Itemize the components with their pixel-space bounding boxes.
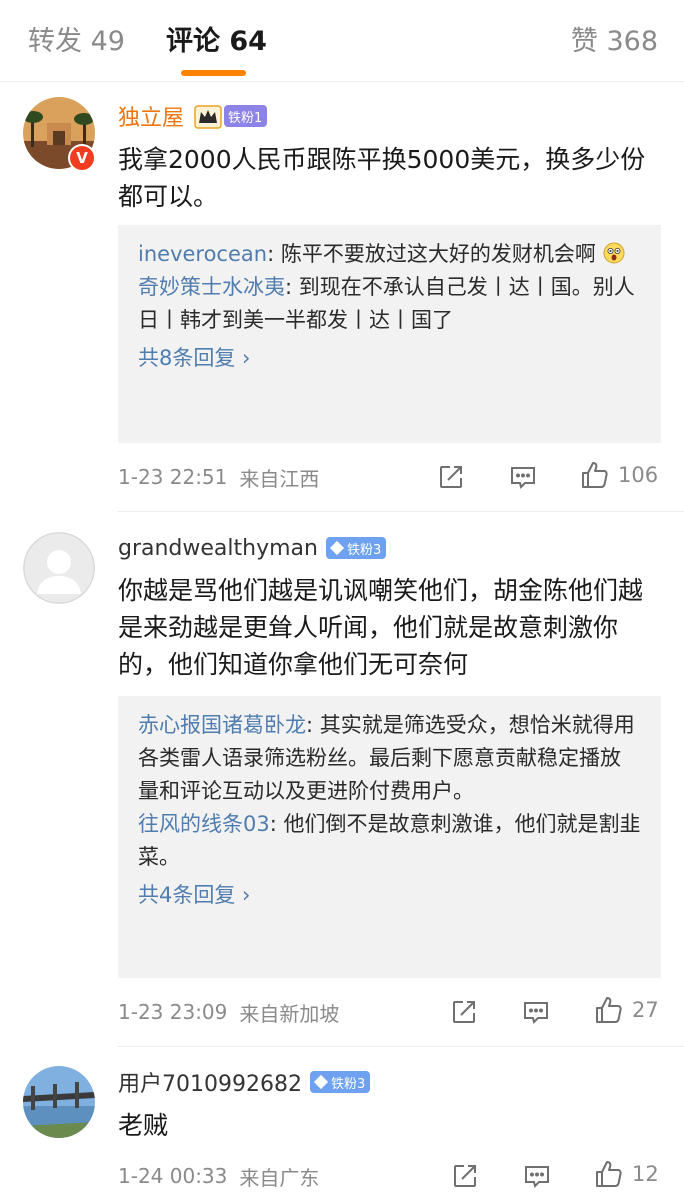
avatar[interactable] bbox=[23, 1066, 95, 1138]
shocked-emoji-icon bbox=[603, 241, 625, 264]
comment-header: grandwealthyman 铁粉3 bbox=[118, 532, 387, 564]
comment-meta: 1-23 22:51 来自江西 bbox=[118, 462, 319, 492]
username[interactable]: grandwealthyman bbox=[118, 536, 318, 561]
comment-text: 我拿2000人民币跟陈平换5000美元，换多少份都可以。 bbox=[118, 145, 646, 211]
thumbs-up-icon bbox=[582, 462, 608, 488]
comment-icon bbox=[525, 1166, 549, 1188]
comment-header: 用户7010992682 铁粉3 bbox=[118, 1066, 371, 1098]
avatar[interactable] bbox=[23, 532, 95, 604]
more-replies-link[interactable]: 共8条回复 › bbox=[138, 342, 641, 375]
reply-username[interactable]: 赤心报国诸葛卧龙 bbox=[138, 713, 306, 737]
comment-icon bbox=[524, 1002, 548, 1024]
reply-button[interactable] bbox=[509, 462, 537, 492]
like-count: 12 bbox=[632, 1162, 659, 1186]
crown-icon bbox=[194, 103, 222, 129]
share-button[interactable] bbox=[437, 462, 465, 492]
reply-box[interactable]: ineverocean: 陈平不要放过这大好的发财机会啊 奇妙策士水冰夷: 到现… bbox=[118, 225, 661, 443]
like-button[interactable]: 27 bbox=[594, 995, 659, 1025]
share-icon bbox=[440, 466, 462, 488]
fan-badge: 铁粉3 bbox=[309, 1071, 371, 1093]
tab-likes[interactable]: 赞 368 bbox=[571, 22, 658, 62]
reply-item: 奇妙策士水冰夷: 到现在不承认自己发丨达丨国。别人日丨韩才到美一半都发丨达丨国了 bbox=[138, 271, 641, 337]
like-count: 106 bbox=[618, 463, 659, 487]
comment-location: 来自新加坡 bbox=[239, 1001, 340, 1026]
share-button[interactable] bbox=[451, 1161, 479, 1191]
reply-username[interactable]: 奇妙策士水冰夷 bbox=[138, 275, 285, 299]
comment-meta: 1-23 23:09 来自新加坡 bbox=[118, 997, 339, 1027]
reply-username[interactable]: 往风的线条03 bbox=[138, 812, 270, 836]
divider bbox=[118, 511, 684, 512]
comment-location: 来自江西 bbox=[239, 466, 320, 491]
share-icon bbox=[454, 1165, 476, 1187]
comment-location: 来自广东 bbox=[239, 1165, 320, 1190]
reply-item: ineverocean: 陈平不要放过这大好的发财机会啊 bbox=[138, 238, 641, 271]
comment-header: 独立屋 铁粉1 bbox=[118, 100, 268, 132]
username[interactable]: 独立屋 bbox=[118, 100, 184, 132]
comment-time: 1-24 00:33 bbox=[118, 1164, 228, 1188]
tab-repost[interactable]: 转发 49 bbox=[28, 22, 125, 62]
reply-username[interactable]: ineverocean bbox=[138, 242, 267, 266]
reply-item: 往风的线条03: 他们倒不是故意刺激谁，他们就是割韭菜。 bbox=[138, 808, 641, 874]
username[interactable]: 用户7010992682 bbox=[118, 1066, 302, 1098]
reply-button[interactable] bbox=[522, 997, 550, 1027]
thumbs-up-icon bbox=[596, 997, 622, 1023]
active-tab-indicator bbox=[181, 70, 246, 76]
fan-badge: 铁粉3 bbox=[325, 537, 387, 559]
comment-text: 你越是骂他们越是讥讽嘲笑他们，胡金陈他们越是来劲越是更耸人听闻，他们就是故意刺激… bbox=[118, 576, 644, 679]
more-replies-link[interactable]: 共4条回复 › bbox=[138, 879, 641, 912]
reply-text: : 陈平不要放过这大好的发财机会啊 bbox=[267, 242, 596, 266]
comment-meta: 1-24 00:33 来自广东 bbox=[118, 1161, 319, 1191]
reply-button[interactable] bbox=[523, 1161, 551, 1191]
verified-badge: V bbox=[68, 144, 96, 172]
like-button[interactable]: 12 bbox=[594, 1159, 659, 1189]
comment-tabs: 转发 49 评论 64 赞 368 bbox=[0, 0, 684, 82]
reply-box[interactable]: 赤心报国诸葛卧龙: 其实就是筛选受众，想恰米就得用各类雷人语录筛选粉丝。最后剩下… bbox=[118, 696, 661, 978]
thumbs-up-icon bbox=[596, 1161, 622, 1187]
divider bbox=[118, 1046, 684, 1047]
comment-time: 1-23 23:09 bbox=[118, 1000, 228, 1024]
reply-item: 赤心报国诸葛卧龙: 其实就是筛选受众，想恰米就得用各类雷人语录筛选粉丝。最后剩下… bbox=[138, 709, 641, 808]
fan-badge: 铁粉1 bbox=[224, 105, 268, 127]
like-count: 27 bbox=[632, 998, 659, 1022]
like-button[interactable]: 106 bbox=[580, 460, 658, 490]
tab-comments[interactable]: 评论 64 bbox=[166, 22, 267, 62]
share-icon bbox=[453, 1001, 475, 1023]
comment-text: 老贼 bbox=[118, 1111, 169, 1140]
share-button[interactable] bbox=[450, 997, 478, 1027]
comment-icon bbox=[511, 467, 535, 489]
comment-time: 1-23 22:51 bbox=[118, 465, 228, 489]
